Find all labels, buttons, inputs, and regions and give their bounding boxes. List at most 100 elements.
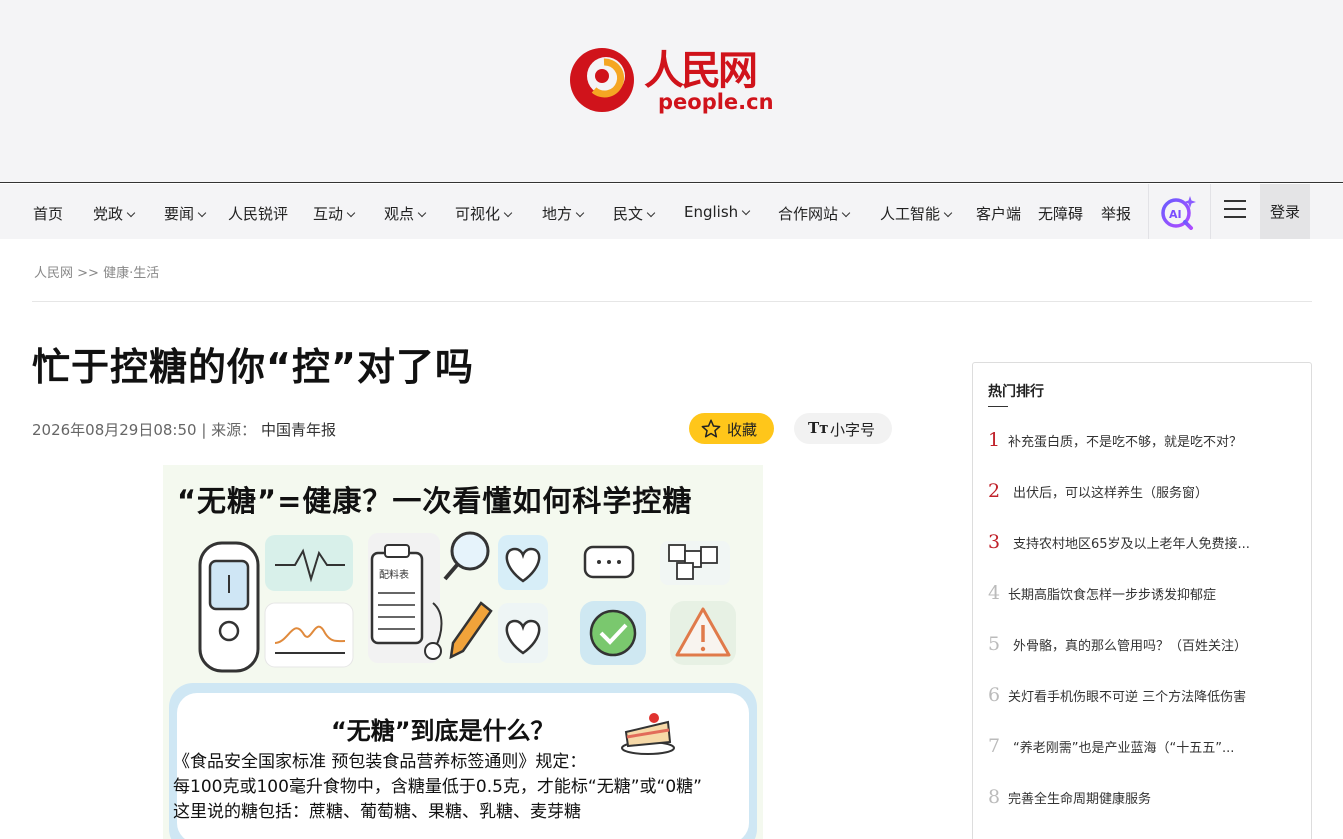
hot-rank-number: 2 <box>988 480 1001 502</box>
nav-item-local[interactable]: 地方 <box>542 203 585 224</box>
hot-item-title: 支持农村地区65岁及以上老年人免费接... <box>1013 537 1250 552</box>
nav-divider <box>1210 184 1211 239</box>
heart-icon <box>498 603 548 663</box>
hot-rank-number: 8 <box>988 786 1001 808</box>
hot-item-title: 补充蛋白质，不是吃不够，就是吃不对？ <box>1008 435 1243 450</box>
breadcrumb-section-link[interactable]: 健康·生活 <box>103 266 159 281</box>
ai-search-button[interactable]: AI <box>1159 194 1197 230</box>
cake-icon <box>621 713 675 755</box>
hot-ranking-title: 热门排行 <box>988 384 1044 400</box>
hot-list-item[interactable]: 5 外骨骼，真的那么管用吗？（百姓关注） <box>988 633 1298 657</box>
nav-item-ai[interactable]: 人工智能 <box>880 203 953 224</box>
magnifier-icon <box>443 531 490 581</box>
infographic-question: “无糖”到底是什么？ <box>331 717 555 745</box>
ingredient-list-label: 配料表 <box>379 568 409 581</box>
sugar-cubes-icon <box>660 541 730 585</box>
site-logo[interactable]: 人民网 people.cn <box>566 38 781 120</box>
article-source[interactable]: 中国青年报 <box>261 421 336 439</box>
warning-icon <box>670 601 736 665</box>
nav-item-app[interactable]: 客户端 <box>976 203 1021 224</box>
article-infographic: “无糖”=健康？一次看懂如何科学控糖 配料表 “无糖”到底是什么？ 《食品安全国… <box>163 465 763 839</box>
logo-emblem-icon <box>570 48 634 112</box>
chevron-down-icon <box>646 208 656 218</box>
breadcrumb-separator: >> <box>77 266 99 281</box>
font-size-icon: Tт <box>808 419 829 437</box>
font-size-toggle[interactable]: Tт 小字号 <box>794 413 892 444</box>
glucose-chart-icon <box>264 602 354 668</box>
nav-item-accessibility[interactable]: 无障碍 <box>1038 203 1083 224</box>
hot-ranking-panel: 热门排行 1 补充蛋白质，不是吃不够，就是吃不对？ 2 出伏后，可以这样养生（服… <box>972 362 1312 839</box>
hot-rank-number: 5 <box>988 633 1001 655</box>
infographic-line-3: 这里说的糖包括：蔗糖、葡萄糖、果糖、乳糖、麦芽糖 <box>173 802 581 822</box>
nav-item-opinion[interactable]: 观点 <box>384 203 427 224</box>
chevron-down-icon <box>841 208 851 218</box>
chevron-down-icon <box>346 208 356 218</box>
heart-icon <box>498 535 548 590</box>
svg-text:AI: AI <box>1169 208 1182 221</box>
nav-item-english[interactable]: English <box>684 203 751 221</box>
nav-item-commentary[interactable]: 人民锐评 <box>228 203 288 224</box>
favorite-label: 收藏 <box>727 421 758 439</box>
article-datetime: 2026年08月29日08:50 <box>32 421 197 439</box>
breadcrumb: 人民网 >> 健康·生活 <box>34 262 159 281</box>
nav-item-home[interactable]: 首页 <box>33 203 63 224</box>
hot-rank-number: 7 <box>988 735 1001 757</box>
nav-item-interaction[interactable]: 互动 <box>313 203 356 224</box>
chevron-down-icon <box>126 208 136 218</box>
login-button[interactable]: 登录 <box>1260 184 1310 239</box>
pencil-icon <box>449 601 493 660</box>
favorite-button[interactable]: 收藏 <box>689 413 774 444</box>
hot-list-item[interactable]: 3 支持农村地区65岁及以上老年人免费接... <box>988 531 1298 555</box>
logo-chinese-text: 人民网 <box>644 47 758 94</box>
hot-list-item[interactable]: 7 “养老刚需”也是产业蓝海（“十五五”... <box>988 735 1298 759</box>
hot-rank-number: 4 <box>988 582 1001 604</box>
chevron-down-icon <box>197 208 207 218</box>
nav-item-ethnic[interactable]: 民文 <box>613 203 656 224</box>
hot-rank-number: 3 <box>988 531 1001 553</box>
hot-list-item[interactable]: 1 补充蛋白质，不是吃不够，就是吃不对？ <box>988 429 1298 453</box>
infographic-title: “无糖”=健康？一次看懂如何科学控糖 <box>177 484 693 518</box>
hot-ranking-underline <box>988 406 1008 407</box>
hot-list-item[interactable]: 6 关灯看手机伤眼不可逆 三个方法降低伤害 <box>988 684 1298 708</box>
chevron-down-icon <box>417 208 427 218</box>
nav-item-partners[interactable]: 合作网站 <box>778 203 851 224</box>
chevron-down-icon <box>503 208 513 218</box>
article-meta: 2026年08月29日08:50 | 来源： 中国青年报 <box>32 419 336 440</box>
site-header: 人民网 people.cn <box>0 0 1343 183</box>
chevron-down-icon <box>575 208 585 218</box>
infographic-line-1: 《食品安全国家标准 预包装食品营养标签通则》规定： <box>173 752 587 772</box>
nav-item-party-gov[interactable]: 党政 <box>93 203 136 224</box>
ai-search-icon: AI <box>1161 196 1196 230</box>
source-prefix: | 来源： <box>201 421 257 439</box>
hot-item-title: 完善全生命周期健康服务 <box>1008 792 1152 807</box>
glucose-chart-icon <box>265 535 353 591</box>
hot-item-title: 关灯看手机伤眼不可逆 三个方法降低伤害 <box>1008 690 1247 705</box>
chevron-down-icon <box>943 208 953 218</box>
hot-item-title: 长期高脂饮食怎样一步步诱发抑郁症 <box>1008 588 1217 603</box>
nav-item-headlines[interactable]: 要闻 <box>164 203 207 224</box>
hot-list-item[interactable]: 8 完善全生命周期健康服务 <box>988 786 1298 810</box>
star-icon <box>701 419 721 438</box>
hot-list-item[interactable]: 2 出伏后，可以这样养生（服务窗） <box>988 480 1298 504</box>
article-title: 忙于控糖的你“控”对了吗 <box>32 345 474 389</box>
check-icon <box>580 601 646 665</box>
logo-english-text: people.cn <box>658 90 774 114</box>
nav-item-visual[interactable]: 可视化 <box>455 203 513 224</box>
infographic-line-2: 每100克或100毫升食物中，含糖量低于0.5克，才能标“无糖”或“0糖” <box>173 777 702 797</box>
hot-item-title: “养老刚需”也是产业蓝海（“十五五”... <box>1013 741 1235 756</box>
hot-rank-number: 1 <box>988 429 1001 451</box>
hot-item-title: 出伏后，可以这样养生（服务窗） <box>1013 486 1209 501</box>
hot-rank-number: 6 <box>988 684 1001 706</box>
chat-bubble-icon <box>583 545 635 579</box>
glucose-meter-icon <box>198 541 260 673</box>
breadcrumb-divider <box>32 301 1312 302</box>
hamburger-menu-icon[interactable] <box>1224 200 1246 220</box>
nav-item-report[interactable]: 举报 <box>1101 203 1131 224</box>
hot-item-title: 外骨骼，真的那么管用吗？（百姓关注） <box>1013 639 1248 654</box>
main-nav: 首页 党政 要闻 人民锐评 互动 观点 可视化 地方 民文 English 合作… <box>0 184 1343 239</box>
hot-list-item[interactable]: 4 长期高脂饮食怎样一步步诱发抑郁症 <box>988 582 1298 606</box>
font-size-label: 小字号 <box>830 421 876 439</box>
nav-divider <box>1148 184 1149 239</box>
chevron-down-icon <box>741 206 751 216</box>
breadcrumb-home-link[interactable]: 人民网 <box>34 266 73 281</box>
